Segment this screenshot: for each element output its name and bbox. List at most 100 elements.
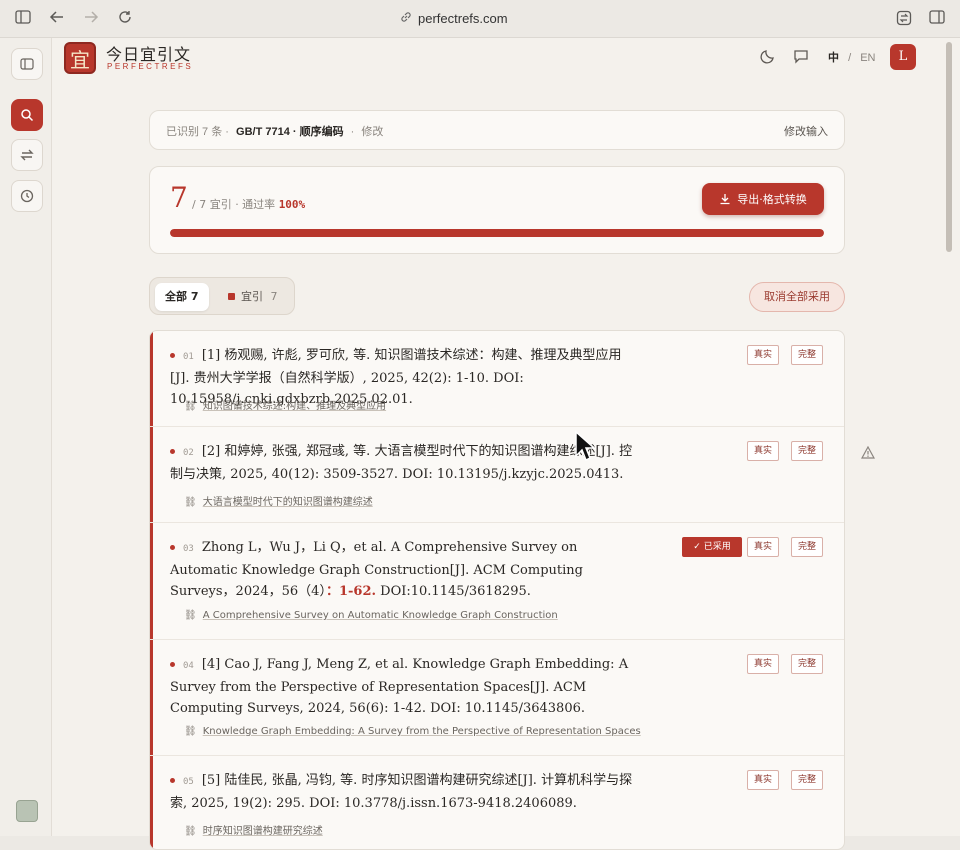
real-badge[interactable]: 真实 (747, 770, 780, 790)
search-icon (21, 109, 34, 122)
address-bar[interactable]: perfectrefs.com (400, 10, 508, 28)
list-item[interactable]: 01 [1] 杨观赐, 许彪, 罗可欣, 等. 知识图谱技术综述：构建、推理及典型… (150, 331, 844, 427)
search-button[interactable] (11, 99, 43, 131)
back-icon[interactable] (48, 10, 66, 28)
stats-card: 7 / 7 宜引 · 通过率 100% 导出·格式转换 (149, 166, 845, 254)
app-subtitle: PERFECTREFS (107, 62, 194, 71)
yiyin-marker-icon (228, 293, 235, 300)
edit-style-link[interactable]: 修改 (361, 126, 383, 138)
list-item[interactable]: 02 [2] 和婷婷, 张强, 郑冠彧, 等. 大语言模型时代下的知识图谱构建综述… (150, 427, 844, 523)
ref-title-link[interactable]: ⛓ 知识图谱技术综述:构建、推理及典型应用 (184, 397, 386, 412)
moon-icon[interactable] (760, 48, 778, 66)
reference-text[interactable]: 05 [5] 陆佳民, 张晶, 冯钧, 等. 时序知识图谱构建研究综述[J]. 计… (170, 770, 640, 814)
logo-icon[interactable]: 宜 (64, 42, 96, 74)
pass-rate: 100% (278, 198, 306, 211)
tab-yiyin-count: 7 (270, 290, 278, 303)
ref-link-text: 时序知识图谱构建研究综述 (202, 826, 323, 837)
complete-badge[interactable]: 完整 (791, 770, 824, 790)
status-dot-icon (170, 545, 175, 550)
app-window: 宜 今日宜引文 PERFECTREFS 中 / EN L 已识别 7 条 · G… (0, 38, 960, 850)
forward-icon[interactable] (82, 10, 100, 28)
ref-link-text: 知识图谱技术综述:构建、推理及典型应用 (202, 401, 387, 412)
tab-all-label: 全部 (165, 290, 187, 303)
ref-body: [2] 和婷婷, 张强, 郑冠彧, 等. 大语言模型时代下的知识图谱构建综述[J… (170, 444, 633, 482)
list-item[interactable]: 04 [4] Cao J, Fang J, Meng Z, et al. Know… (150, 640, 844, 756)
detection-summary: 已识别 7 条 · GB/T 7714 · 顺序编码 · 修改 (166, 123, 383, 139)
adopted-badge[interactable]: ✓ 已采用 (682, 537, 742, 557)
complete-badge[interactable]: 完整 (791, 537, 824, 557)
ref-highlight: ：1-62. (325, 584, 377, 599)
ref-number: 03 (183, 544, 194, 554)
reload-icon[interactable] (116, 10, 134, 28)
complete-badge[interactable]: 完整 (791, 345, 824, 365)
chain-link-icon: ⛓ (184, 726, 197, 737)
warning-icon[interactable] (860, 444, 876, 459)
real-badge[interactable]: 真实 (747, 441, 780, 461)
ref-body: [5] 陆佳民, 张晶, 冯钧, 等. 时序知识图谱构建研究综述[J]. 计算机… (170, 773, 633, 811)
reference-text[interactable]: 02 [2] 和婷婷, 张强, 郑冠彧, 等. 大语言模型时代下的知识图谱构建综述… (170, 441, 640, 485)
url-text: perfectrefs.com (418, 11, 508, 26)
download-icon (720, 194, 730, 205)
panel-toggle-button[interactable] (11, 48, 43, 80)
clock-icon (20, 189, 34, 203)
status-dot-icon (170, 778, 175, 783)
extension-icon[interactable] (895, 10, 913, 28)
browser-toolbar: perfectrefs.com (0, 0, 960, 38)
tab-yiyin[interactable]: 宜引 7 (218, 283, 288, 311)
status-dot-icon (170, 449, 175, 454)
complete-badge[interactable]: 完整 (791, 654, 824, 674)
detected-count: 已识别 7 条 · (166, 126, 229, 138)
feedback-icon[interactable] (793, 48, 811, 66)
list-item[interactable]: 03 Zhong L，Wu J，Li Q，et al. A Comprehensi… (150, 523, 844, 640)
ref-body-tail: DOI:10.1145/3618295. (376, 584, 531, 599)
ref-link-text: Knowledge Graph Embedding: A Survey from… (202, 726, 641, 737)
swap-icon (20, 149, 34, 161)
export-button[interactable]: 导出·格式转换 (702, 183, 824, 215)
status-dot-icon (170, 662, 175, 667)
user-button[interactable]: L (890, 44, 916, 70)
scrollbar[interactable] (946, 42, 952, 832)
check-icon: ✓ (693, 542, 704, 552)
tab-all-count: 7 (190, 290, 199, 303)
lang-en[interactable]: EN (860, 52, 875, 64)
ref-title-link[interactable]: ⛓ 大语言模型时代下的知识图谱构建综述 (184, 493, 373, 508)
chain-link-icon: ⛓ (184, 497, 197, 508)
split-view-icon[interactable] (928, 10, 946, 28)
reference-text[interactable]: 03 Zhong L，Wu J，Li Q，et al. A Comprehensi… (170, 537, 640, 602)
language-switch[interactable]: 中 / EN (828, 49, 875, 65)
ref-number: 02 (183, 448, 194, 458)
sidebar-toggle-icon[interactable] (14, 10, 32, 28)
pass-rate-progress (170, 229, 824, 237)
ref-title-link[interactable]: ⛓ Knowledge Graph Embedding: A Survey fro… (184, 726, 641, 737)
cancel-all-button[interactable]: 取消全部采用 (749, 282, 845, 312)
complete-badge[interactable]: 完整 (791, 441, 824, 461)
ref-link-text: 大语言模型时代下的知识图谱构建综述 (202, 497, 373, 508)
real-badge[interactable]: 真实 (747, 654, 780, 674)
edit-input-link[interactable]: 修改输入 (784, 123, 828, 139)
chain-link-icon: ⛓ (184, 826, 197, 837)
lang-cn[interactable]: 中 (828, 52, 839, 64)
reference-text[interactable]: 04 [4] Cao J, Fang J, Meng Z, et al. Know… (170, 654, 640, 719)
tab-all[interactable]: 全部 7 (155, 283, 209, 311)
lang-separator: / (848, 52, 852, 64)
panel-icon (20, 58, 34, 70)
real-badge[interactable]: 真实 (747, 537, 780, 557)
scroll-thumb[interactable] (946, 42, 952, 252)
detection-info-bar: 已识别 7 条 · GB/T 7714 · 顺序编码 · 修改 修改输入 (149, 110, 845, 150)
progress-fill (170, 229, 824, 237)
ref-body: [4] Cao J, Fang J, Meng Z, et al. Knowle… (170, 657, 629, 716)
ref-link-text: A Comprehensive Survey on Automatic Know… (202, 610, 558, 621)
user-avatar[interactable] (16, 800, 38, 822)
filter-tabs: 全部 7 宜引 7 (149, 277, 295, 315)
real-badge[interactable]: 真实 (747, 345, 780, 365)
ref-number: 05 (183, 777, 194, 787)
reference-list: 01 [1] 杨观赐, 许彪, 罗可欣, 等. 知识图谱技术综述：构建、推理及典型… (149, 330, 845, 850)
history-button[interactable] (11, 180, 43, 212)
ref-number: 04 (183, 661, 194, 671)
convert-button[interactable] (11, 139, 43, 171)
citation-style: GB/T 7714 · 顺序编码 (236, 126, 344, 138)
ref-title-link[interactable]: ⛓ 时序知识图谱构建研究综述 (184, 822, 323, 837)
stats-summary-text: / 7 宜引 · 通过率 (192, 198, 276, 211)
adopted-label: 已采用 (703, 542, 731, 552)
ref-title-link[interactable]: ⛓ A Comprehensive Survey on Automatic Kno… (184, 610, 558, 621)
